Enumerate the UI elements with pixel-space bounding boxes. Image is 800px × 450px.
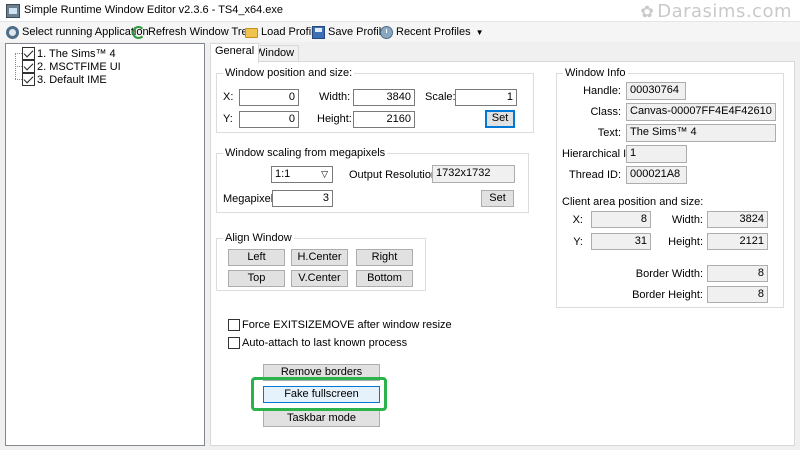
height-input[interactable]: 2160 [353,111,415,128]
save-profile-button[interactable]: Save Profile [312,24,387,40]
thread-id-field: 000021A8 [626,166,687,184]
force-exitsizemove-checkbox[interactable] [228,319,240,331]
output-resolution-label: Output Resolution: [349,169,441,181]
tree-item-checkbox[interactable] [22,47,35,60]
refresh-window-tree-button[interactable]: Refresh Window Tree [132,24,254,40]
client-width-label: Width: [671,214,703,226]
window-title: Simple Runtime Window Editor v2.3.6 - TS… [24,4,284,16]
tree-connector [15,79,22,80]
tree-connector [15,66,22,67]
group-title: Align Window [223,232,294,244]
group-title: Window Info [563,67,628,79]
aspect-ratio-select[interactable]: 1:1 ▽ [271,166,333,183]
save-profile-label: Save Profile [328,26,388,38]
refresh-window-tree-label: Refresh Window Tree [148,26,254,38]
border-width-label: Border Width: [635,268,703,280]
width-label: Width: [319,91,351,103]
align-hcenter-button[interactable]: H.Center [291,249,348,266]
y-label: Y: [223,113,233,125]
output-resolution-field: 1732x1732 [432,165,515,183]
align-right-button[interactable]: Right [356,249,413,266]
x-input[interactable]: 0 [239,89,299,106]
watermark-logo-icon: ✿ [640,2,655,21]
tree-item-label: 1. The Sims™ 4 [37,47,116,60]
floppy-disk-icon [312,25,325,39]
refresh-icon [132,25,145,39]
watermark-text: Darasims.com [657,1,792,22]
auto-attach-checkbox[interactable] [228,337,240,349]
thread-id-label: Thread ID: [569,169,621,181]
client-height-field: 2121 [707,233,768,250]
toolbar: Select running Application Refresh Windo… [0,22,800,42]
taskbar-mode-button[interactable]: Taskbar mode [263,410,380,427]
tree-item-sims4[interactable]: 1. The Sims™ 4 [22,47,116,60]
tree-item-label: 2. MSCTFIME UI [37,60,121,73]
megapixels-input[interactable]: 3 [272,190,333,207]
highlight-annotation [251,377,387,411]
text-label: Text: [597,127,621,139]
align-left-button[interactable]: Left [228,249,285,266]
class-field: Canvas-00007FF4E4F42610 [626,103,776,121]
recent-profiles-label: Recent Profiles [396,26,471,38]
tree-item-checkbox[interactable] [22,60,35,73]
group-title: Window position and size: [223,67,355,79]
group-title: Window scaling from megapixels [223,147,388,159]
tree-item-default-ime[interactable]: 3. Default IME [22,73,107,86]
scale-input[interactable]: 1 [455,89,517,106]
y-input[interactable]: 0 [239,111,299,128]
hierarchical-id-field: 1 [626,145,687,163]
x-label: X: [223,91,234,103]
folder-icon [245,28,258,38]
width-input[interactable]: 3840 [353,89,415,106]
window-text-field: The Sims™ 4 [626,124,776,142]
tree-item-label: 3. Default IME [37,73,107,86]
border-width-field: 8 [707,265,768,282]
auto-attach-label: Auto-attach to last known process [242,337,408,349]
set-megapixels-button[interactable]: Set [481,190,514,207]
client-x-field: 8 [591,211,651,228]
handle-field: 00030764 [626,82,686,100]
gear-icon [6,25,19,39]
client-area-label: Client area position and size: [562,196,704,208]
class-label: Class: [590,106,621,118]
tree-connector [15,53,22,54]
aspect-ratio-value: 1:1 [275,168,291,180]
recent-icon [380,25,393,39]
align-top-button[interactable]: Top [228,270,285,287]
dropdown-caret-icon: ▼ [475,27,484,37]
app-icon [6,4,20,18]
tree-item-msctfime[interactable]: 2. MSCTFIME UI [22,60,121,73]
tree-item-checkbox[interactable] [22,73,35,86]
select-application-label: Select running Application [22,26,149,38]
load-profile-button[interactable]: Load Profile [245,24,320,40]
select-application-button[interactable]: Select running Application [6,24,149,40]
border-height-label: Border Height: [632,289,703,301]
client-width-field: 3824 [707,211,768,228]
border-height-field: 8 [707,286,768,303]
scale-label: Scale: [425,91,456,103]
height-label: Height: [317,113,352,125]
align-bottom-button[interactable]: Bottom [356,270,413,287]
recent-profiles-menu[interactable]: Recent Profiles ▼ [380,24,484,40]
window-tree[interactable]: 1. The Sims™ 4 2. MSCTFIME UI 3. Default… [5,43,205,446]
client-y-field: 31 [591,233,651,250]
handle-label: Handle: [583,85,621,97]
client-height-label: Height: [668,236,703,248]
title-bar: Simple Runtime Window Editor v2.3.6 - TS… [0,0,800,22]
watermark: ✿ Darasims.com [640,1,792,22]
align-vcenter-button[interactable]: V.Center [291,270,348,287]
load-profile-label: Load Profile [261,26,320,38]
client-y-label: Y: [573,236,583,248]
tab-general[interactable]: General [210,43,260,63]
client-x-label: X: [572,214,583,226]
set-position-button[interactable]: Set [485,110,515,128]
force-exitsizemove-label: Force EXITSIZEMOVE after window resize [242,319,452,331]
chevron-down-icon: ▽ [321,169,328,179]
